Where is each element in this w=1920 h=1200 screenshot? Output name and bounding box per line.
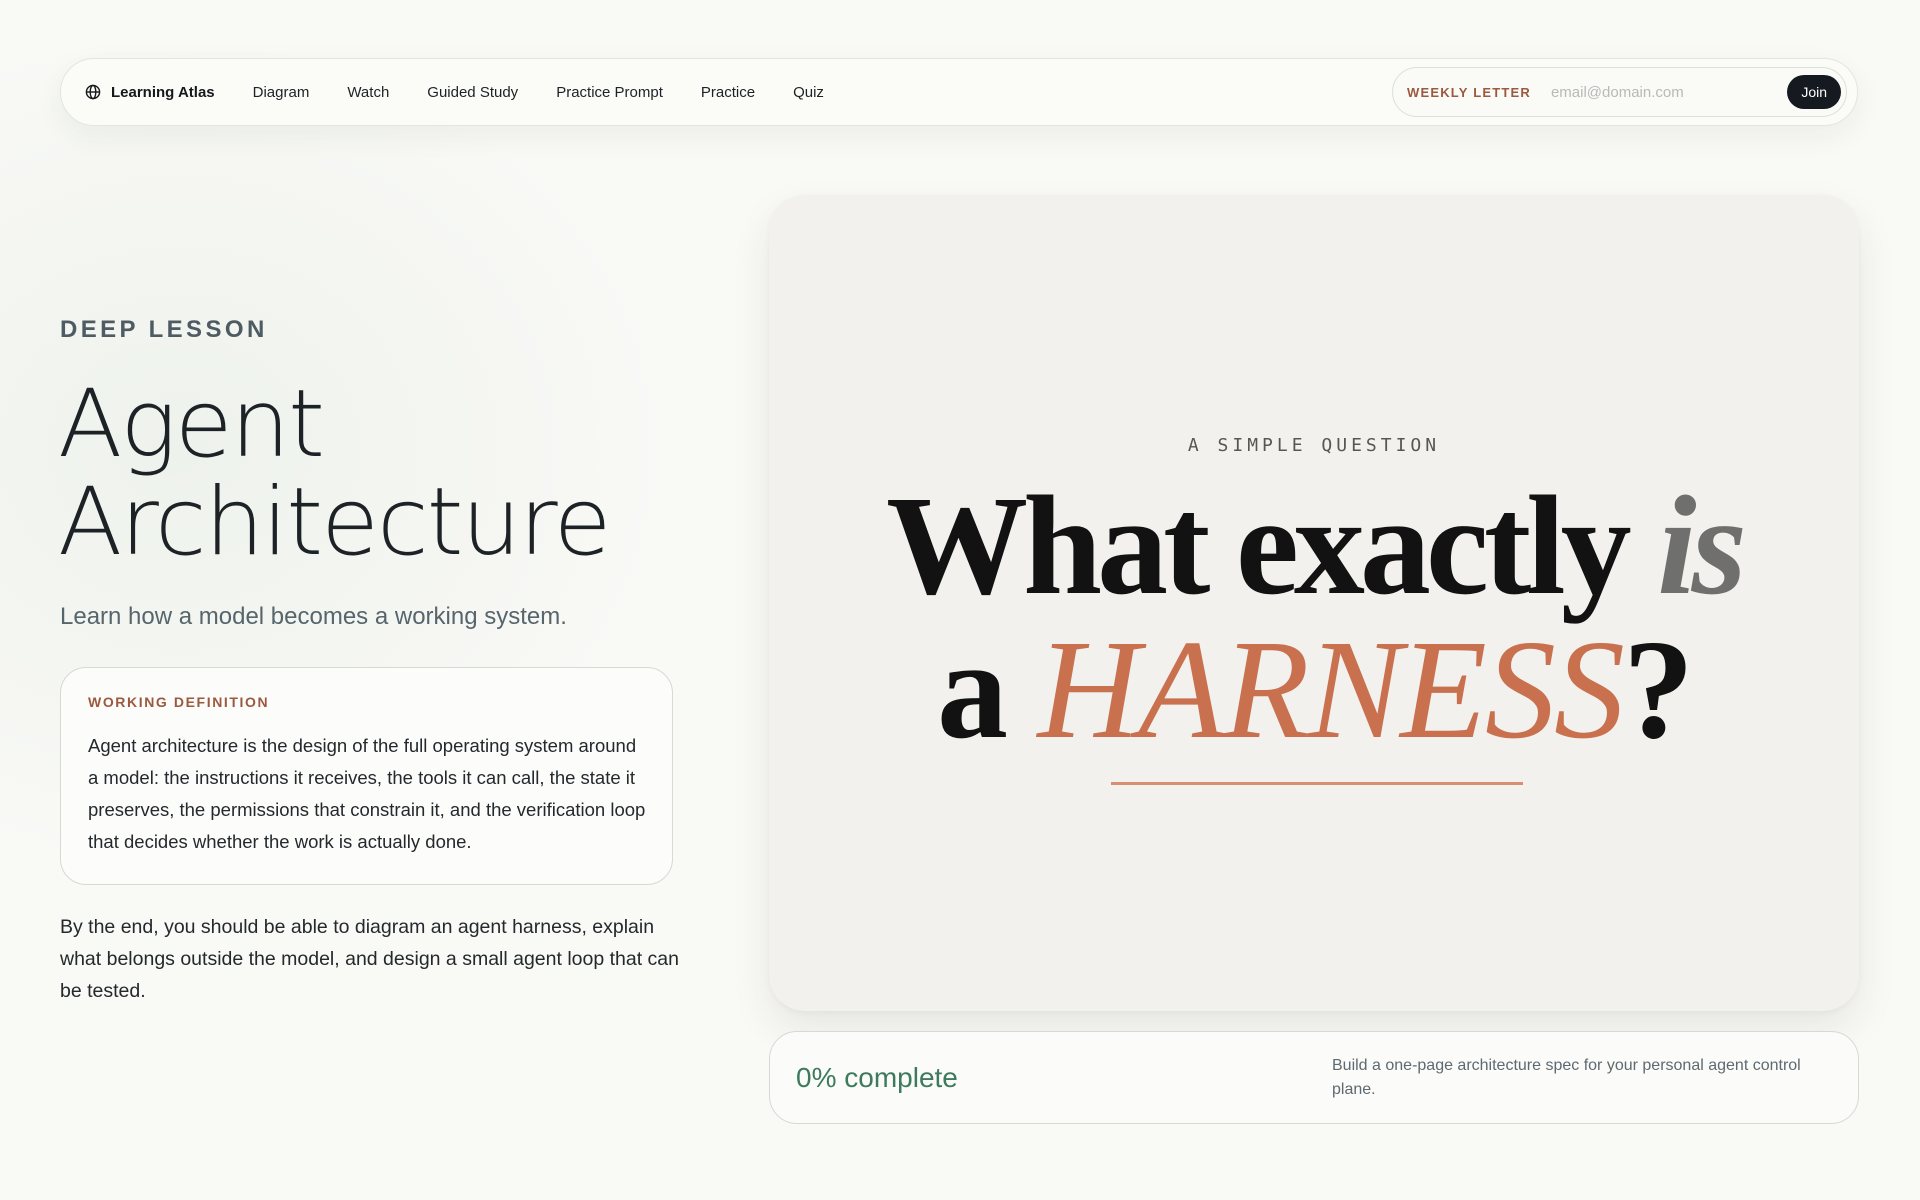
- nav-link-diagram[interactable]: Diagram: [253, 84, 310, 101]
- video-underline: [1111, 782, 1523, 785]
- video-headline-main: What exactly: [886, 466, 1658, 624]
- newsletter-label: WEEKLY LETTER: [1407, 84, 1531, 100]
- lesson-title-line1: Agent: [58, 370, 325, 479]
- brand-link[interactable]: Learning Atlas: [85, 84, 215, 101]
- nav-link-guided-study[interactable]: Guided Study: [427, 84, 518, 101]
- nav-link-watch[interactable]: Watch: [347, 84, 389, 101]
- lesson-outro: By the end, you should be able to diagra…: [60, 916, 680, 1002]
- video-headline-line1: What exactly is: [769, 463, 1859, 627]
- top-nav: Learning Atlas Diagram Watch Guided Stud…: [60, 58, 1858, 126]
- nav-link-practice[interactable]: Practice: [701, 84, 755, 101]
- join-button[interactable]: Join: [1787, 75, 1841, 109]
- nav-links: Diagram Watch Guided Study Practice Prom…: [253, 84, 824, 101]
- progress-label: 0% complete: [796, 1061, 958, 1093]
- definition-body: Agent architecture is the design of the …: [88, 735, 646, 852]
- video-headline-line2: a HARNESS?: [769, 607, 1859, 771]
- definition-label: WORKING DEFINITION: [88, 694, 270, 710]
- progress-note: Build a one-page architecture spec for y…: [1332, 1056, 1801, 1098]
- progress-card: 0% complete Build a one-page architectur…: [769, 1031, 1859, 1124]
- lesson-lead: Learn how a model becomes a working syst…: [60, 603, 567, 630]
- brand-label: Learning Atlas: [111, 83, 215, 101]
- lesson-eyebrow: DEEP LESSON: [60, 316, 268, 343]
- nav-link-quiz[interactable]: Quiz: [793, 84, 824, 101]
- lesson-title-line2: Architecture: [58, 468, 611, 577]
- video-kicker: A SIMPLE QUESTION: [1187, 435, 1441, 456]
- nav-link-practice-prompt[interactable]: Practice Prompt: [556, 84, 663, 101]
- video-player[interactable]: A SIMPLE QUESTION What exactly is a HARN…: [769, 195, 1859, 1011]
- video-headline-harness: HARNESS: [1037, 610, 1625, 768]
- video-headline-question-mark: ?: [1622, 610, 1694, 768]
- video-headline-emphasis: is: [1657, 466, 1747, 624]
- globe-icon: [85, 84, 101, 100]
- newsletter-form: WEEKLY LETTER Join: [1392, 67, 1847, 117]
- definition-card: WORKING DEFINITION Agent architecture is…: [60, 667, 673, 885]
- newsletter-email-input[interactable]: [1550, 83, 1788, 101]
- video-headline-pre: a: [937, 610, 1038, 768]
- lesson-title: Agent Architecture: [58, 376, 678, 572]
